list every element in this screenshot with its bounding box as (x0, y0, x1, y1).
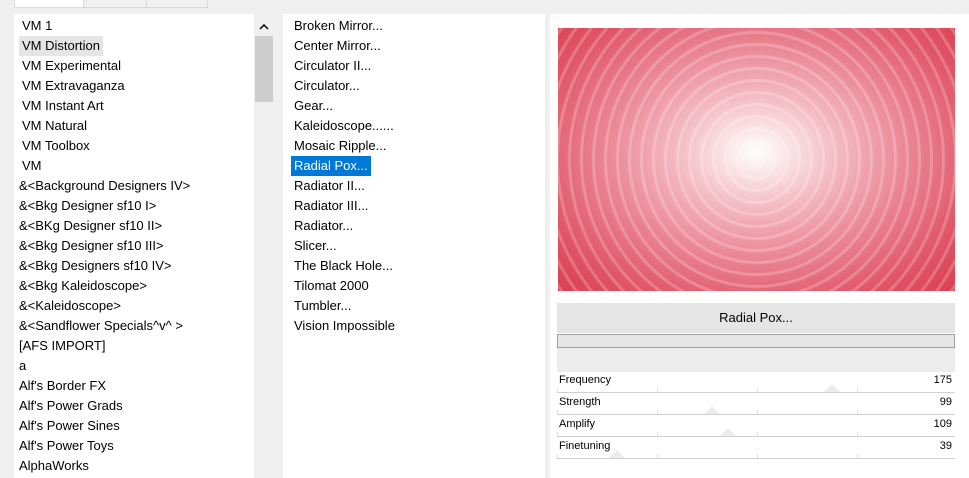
filter-item[interactable]: Center Mirror... (291, 36, 384, 56)
filter-item[interactable]: The Black Hole... (291, 256, 396, 276)
param-value: 175 (933, 374, 952, 386)
slider-track[interactable] (557, 414, 955, 415)
filter-item[interactable]: Radial Pox... (291, 156, 371, 176)
filter-preview-image (558, 28, 955, 291)
category-item[interactable]: Alf's Power Sines (16, 416, 123, 436)
category-item[interactable]: &<Bkg Designer sf10 III> (16, 236, 167, 256)
slider-track[interactable] (557, 458, 955, 459)
category-item[interactable]: Alf's Power Toys (16, 436, 117, 456)
category-item[interactable]: &<Bkg Designer sf10 I> (16, 196, 159, 216)
filter-item[interactable]: Radiator... (291, 216, 356, 236)
category-list[interactable]: VM 1 VM Distortion VM Experimental VM Extra… (14, 14, 254, 478)
tab-2[interactable] (83, 0, 147, 8)
slider-thumb[interactable] (704, 406, 721, 414)
scroll-thumb[interactable] (255, 36, 273, 102)
category-item[interactable]: AlphaWorks (16, 456, 92, 476)
category-item[interactable]: VM Toolbox (19, 136, 93, 156)
param-name: Amplify (559, 418, 596, 430)
slider-track[interactable] (557, 392, 955, 393)
filter-item[interactable]: Mosaic Ripple... (291, 136, 389, 156)
param-name: Finetuning (559, 440, 611, 452)
scroll-up-arrow-icon[interactable] (254, 16, 274, 36)
category-item[interactable]: VM Instant Art (19, 96, 107, 116)
category-scrollbar[interactable] (254, 14, 274, 478)
preview-title: Radial Pox... (557, 303, 955, 333)
category-item[interactable]: &<Kaleidoscope> (16, 296, 124, 316)
param-value: 39 (939, 440, 952, 452)
param-row[interactable]: Amplify 109 (557, 416, 955, 437)
category-item[interactable]: &<Background Designers IV> (16, 176, 193, 196)
category-item[interactable]: a (16, 356, 29, 376)
filter-item[interactable]: Kaleidoscope...... (291, 116, 397, 136)
tab-strip (0, 0, 969, 8)
param-row[interactable]: Finetuning 39 (557, 438, 955, 459)
param-row[interactable]: Frequency 175 (557, 372, 955, 393)
filter-item[interactable]: Circulator... (291, 76, 363, 96)
category-item[interactable]: VM 1 (19, 16, 55, 36)
category-item[interactable]: VM (19, 156, 45, 176)
tab-3[interactable] (146, 0, 208, 8)
category-item[interactable]: VM Distortion (19, 36, 104, 56)
param-value: 99 (939, 396, 952, 408)
filter-item[interactable]: Slicer... (291, 236, 340, 256)
param-name: Frequency (559, 374, 611, 386)
category-item[interactable]: VM Experimental (19, 56, 124, 76)
category-item[interactable]: VM Extravaganza (19, 76, 128, 96)
param-value: 109 (933, 418, 952, 430)
slider-thumb[interactable] (823, 384, 840, 392)
category-item[interactable]: &<Bkg Designers sf10 IV> (16, 256, 174, 276)
preview-panel: Radial Pox... Frequency 175 Strength 99 Ampl… (550, 14, 969, 478)
category-item[interactable]: &<BKg Designer sf10 II> (16, 216, 165, 236)
filter-item[interactable]: Broken Mirror... (291, 16, 386, 36)
category-item[interactable]: &<Sandflower Specials^v^ > (16, 316, 186, 336)
slider-thumb[interactable] (608, 450, 625, 458)
preview-field (557, 334, 955, 348)
filter-item[interactable]: Radiator II... (291, 176, 368, 196)
category-item[interactable]: [AFS IMPORT] (16, 336, 108, 356)
tab-1[interactable] (14, 0, 84, 8)
filter-list[interactable]: Broken Mirror... Center Mirror... Circulat… (283, 14, 545, 478)
category-item[interactable]: VM Natural (19, 116, 90, 136)
separator-bar (557, 348, 955, 372)
filter-item[interactable]: Vision Impossible (291, 316, 398, 336)
filter-item[interactable]: Tumbler... (291, 296, 354, 316)
slider-track[interactable] (557, 436, 955, 437)
filter-item[interactable]: Tilomat 2000 (291, 276, 372, 296)
filter-item[interactable]: Gear... (291, 96, 336, 116)
filter-item[interactable]: Radiator III... (291, 196, 371, 216)
param-name: Strength (559, 396, 601, 408)
category-item[interactable]: &<Bkg Kaleidoscope> (16, 276, 150, 296)
param-row[interactable]: Strength 99 (557, 394, 955, 415)
category-item[interactable]: Alf's Power Grads (16, 396, 126, 416)
slider-thumb[interactable] (720, 428, 737, 436)
category-item[interactable]: Alf's Border FX (16, 376, 109, 396)
filter-item[interactable]: Circulator II... (291, 56, 374, 76)
